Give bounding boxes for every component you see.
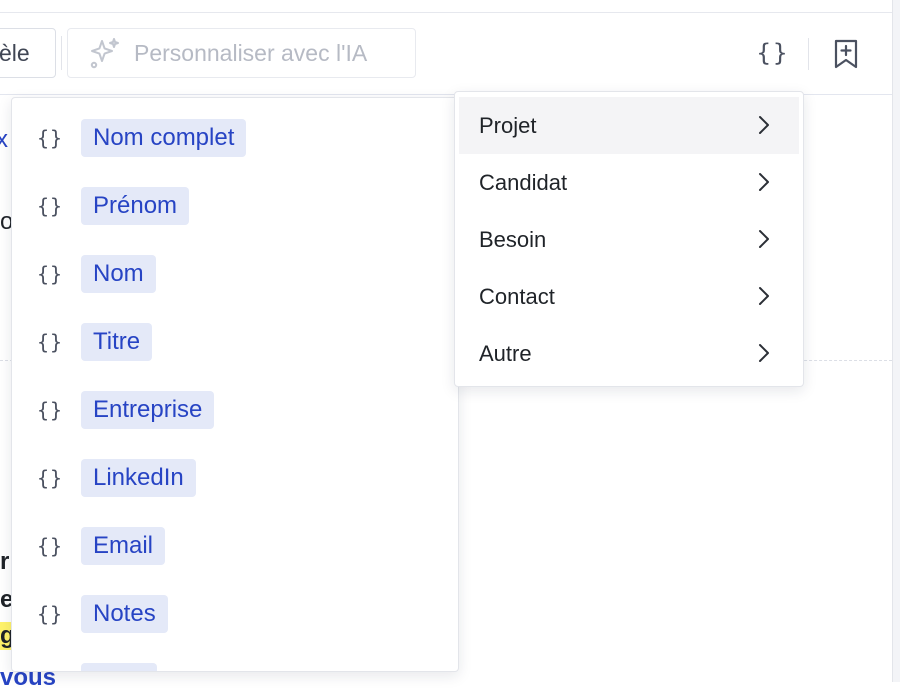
personalize-ai-button[interactable]: Personnaliser avec l'IA [67,28,416,78]
top-divider [0,12,892,13]
variable-chip: LinkedIn [81,459,196,497]
toolbar-divider-right [808,38,809,70]
variable-item[interactable]: {} Nom [12,254,458,294]
variable-item[interactable]: {} Email [12,526,458,566]
category-label: Autre [479,340,532,366]
braces-icon: {} [37,330,64,354]
category-item-candidat[interactable]: Candidat [459,154,799,211]
braces-icon: {} [37,194,64,218]
model-button[interactable]: èle [0,28,56,78]
bookmark-add-icon[interactable] [832,38,860,70]
braces-icon: {} [37,262,64,286]
category-item-contact[interactable]: Contact [459,268,799,325]
variable-item[interactable]: {} Titre [12,322,458,362]
chevron-right-icon [759,344,769,362]
editor-fragment: r [0,548,10,575]
category-item-projet[interactable]: Projet [459,97,799,154]
category-label: Projet [479,112,537,138]
variable-chip: Entreprise [81,391,215,429]
chevron-right-icon [759,287,769,305]
chevron-right-icon [759,116,769,134]
variable-chip: Email [81,527,166,565]
personalize-ai-label: Personnaliser avec l'IA [134,39,368,66]
variable-chip: Prénom [81,187,190,225]
chevron-right-icon [759,230,769,248]
scrollbar-track[interactable] [892,0,900,682]
braces-icon: {} [37,602,64,626]
braces-icon: {} [37,534,64,558]
variable-item[interactable]: {} Entreprise [12,390,458,430]
variable-chip: Nom [81,255,156,293]
chevron-right-icon [759,173,769,191]
braces-icon: {} [37,126,64,150]
variable-chip: Titre [81,323,153,361]
variable-item[interactable]: {} Notes [12,594,458,634]
variable-item-partial[interactable] [12,662,458,671]
variable-item[interactable]: {} Nom complet [12,118,458,158]
sparkle-icon [90,38,119,69]
variable-item[interactable]: {} LinkedIn [12,458,458,498]
variable-chip [81,663,157,671]
category-item-besoin[interactable]: Besoin [459,211,799,268]
variable-item[interactable]: {} Prénom [12,186,458,226]
variable-chip: Notes [81,595,168,633]
toolbar-divider [61,36,62,70]
category-label: Contact [479,283,555,309]
category-label: Besoin [479,226,547,252]
category-item-autre[interactable]: Autre [459,325,799,382]
braces-icon: {} [37,398,64,422]
category-label: Candidat [479,169,568,195]
braces-icon[interactable]: {} [756,36,790,70]
editor-fragment: x [0,126,8,153]
categories-menu: Projet Candidat Besoin Contact Autre [454,91,804,387]
braces-icon: {} [37,466,64,490]
variables-menu: {} Nom complet {} Prénom {} Nom {} Titre… [11,97,459,672]
model-button-label: èle [0,39,30,66]
variable-chip: Nom complet [81,119,247,157]
